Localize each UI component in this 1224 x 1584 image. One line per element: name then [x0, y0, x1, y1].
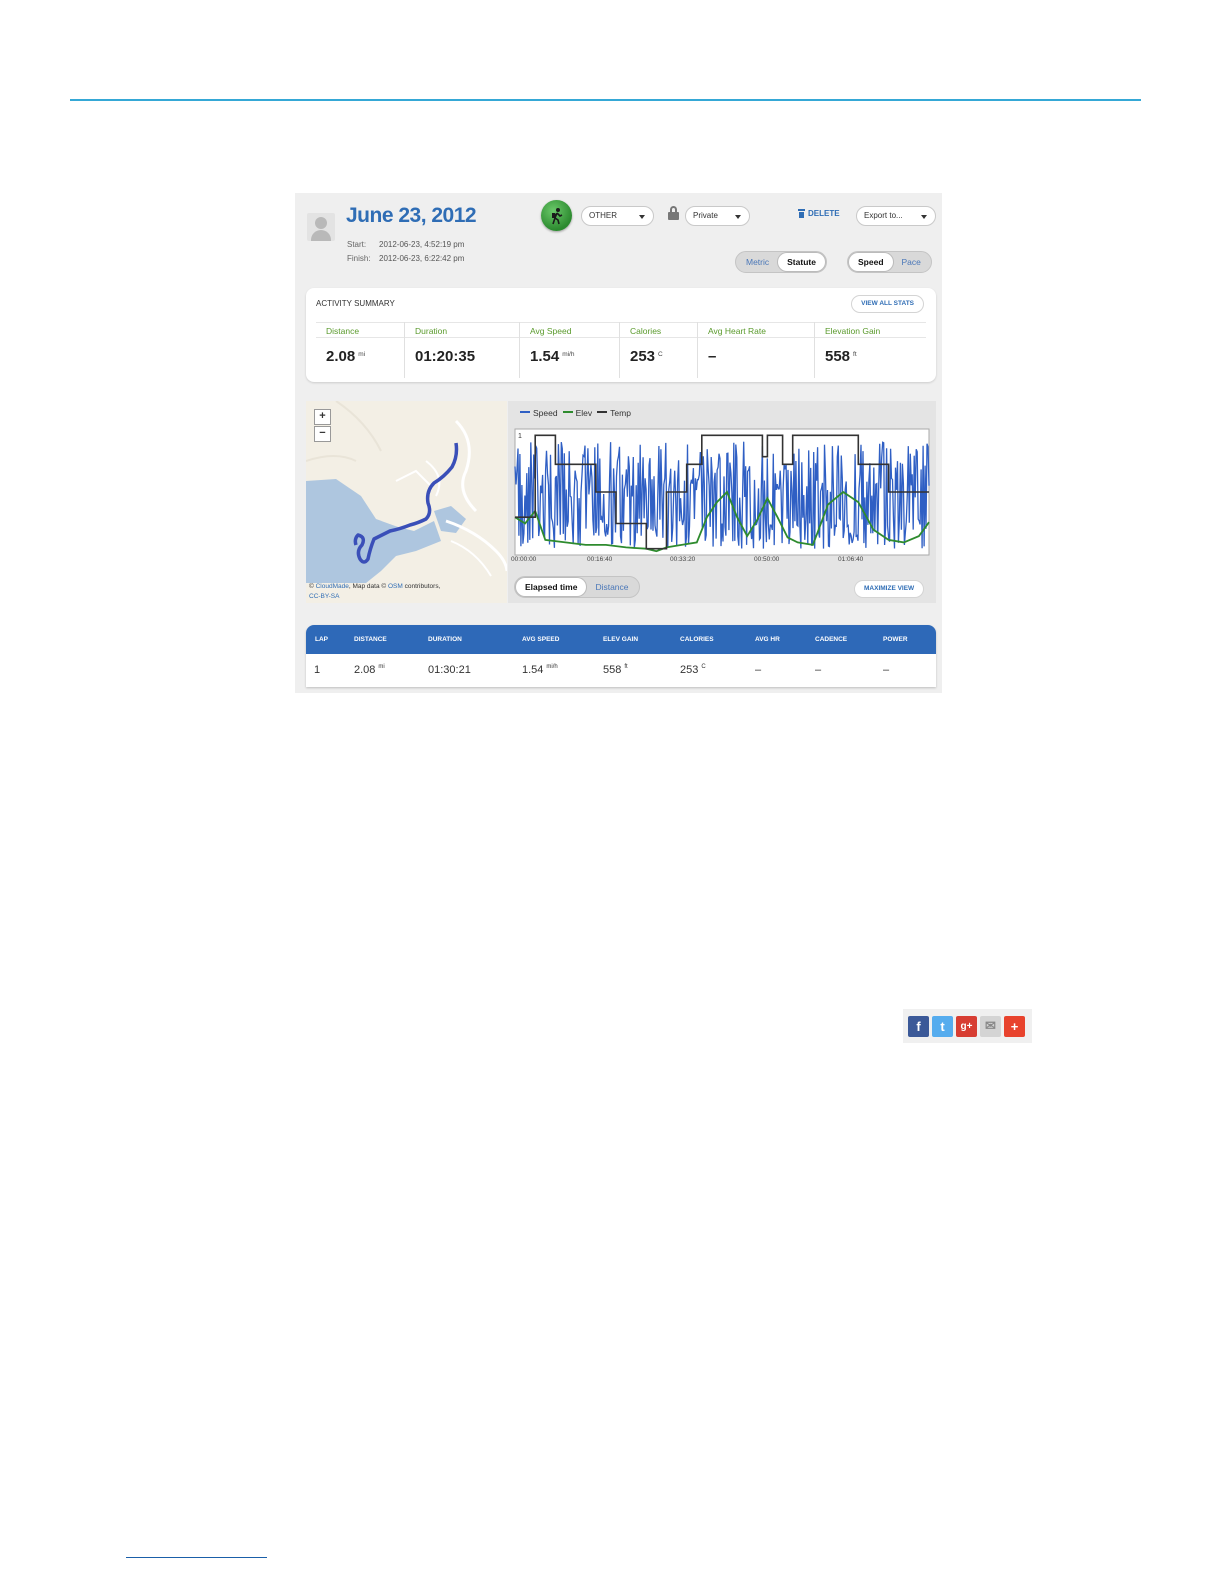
stat-avg-heart-rate: Avg Heart Rate – — [697, 322, 814, 378]
route-map[interactable]: + − © CloudMade, Map data © OSM contribu… — [306, 401, 507, 603]
view-all-stats-button[interactable]: VIEW ALL STATS — [851, 295, 924, 313]
stat-distance: Distance 2.08 mi — [316, 322, 404, 378]
chevron-down-icon — [921, 215, 927, 219]
avatar — [307, 213, 335, 241]
footnote-divider — [126, 1557, 267, 1558]
col-header: AVG HR — [755, 636, 780, 643]
x-tick: 00:33:20 — [670, 556, 696, 563]
stat-elevation-gain: Elevation Gain 558 ft — [814, 322, 926, 378]
col-header: ELEV GAIN — [603, 636, 639, 643]
share-bar: f t g+ ✉ + — [903, 1009, 1032, 1043]
chevron-down-icon — [639, 215, 645, 219]
activity-summary: ACTIVITY SUMMARY VIEW ALL STATS Distance… — [306, 288, 936, 382]
col-header: CADENCE — [815, 636, 848, 643]
license-link[interactable]: CC-BY-SA — [309, 593, 339, 600]
privacy-dropdown[interactable]: Private — [685, 206, 750, 226]
activity-screenshot: June 23, 2012 Start: 2012-06-23, 4:52:19 … — [295, 193, 942, 693]
top-divider — [70, 99, 1141, 101]
stat-duration: Duration 01:20:35 — [404, 322, 519, 378]
stat-calories: Calories 253 C — [619, 322, 697, 378]
pace-option[interactable]: Pace — [893, 253, 930, 271]
unit-toggle[interactable]: Metric Statute — [735, 251, 827, 273]
sport-dropdown[interactable]: OTHER — [581, 206, 654, 226]
col-header: DURATION — [428, 636, 462, 643]
start-time: Start: 2012-06-23, 4:52:19 pm — [347, 240, 465, 249]
chart-plot: 1 — [514, 428, 930, 556]
maximize-view-button[interactable]: MAXIMIZE VIEW — [854, 580, 925, 598]
export-dropdown[interactable]: Export to... — [856, 206, 936, 226]
col-header: AVG SPEED — [522, 636, 560, 643]
col-header: CALORIES — [680, 636, 714, 643]
col-header: POWER — [883, 636, 908, 643]
trash-icon — [798, 209, 805, 218]
elapsed-time-option[interactable]: Elapsed time — [516, 578, 587, 596]
stat-avg-speed: Avg Speed 1.54 mi/h — [519, 322, 619, 378]
lock-icon — [668, 206, 679, 220]
osm-link[interactable]: OSM — [388, 583, 403, 590]
speed-option[interactable]: Speed — [849, 253, 893, 271]
cloudmade-link[interactable]: CloudMade — [316, 583, 349, 590]
zoom-out-button[interactable]: − — [314, 426, 331, 442]
x-tick: 00:16:40 — [587, 556, 613, 563]
col-header: LAP — [315, 636, 328, 643]
facebook-icon[interactable]: f — [908, 1015, 929, 1037]
summary-title: ACTIVITY SUMMARY — [316, 299, 395, 308]
x-tick: 00:50:00 — [754, 556, 780, 563]
metric-option[interactable]: Metric — [737, 253, 778, 271]
map-attribution: © CloudMade, Map data © OSM contributors… — [309, 583, 441, 600]
hiker-icon[interactable] — [541, 200, 572, 231]
chevron-down-icon — [735, 215, 741, 219]
email-icon[interactable]: ✉ — [980, 1015, 1001, 1037]
google-plus-icon[interactable]: g+ — [956, 1015, 977, 1037]
col-header: DISTANCE — [354, 636, 387, 643]
y-axis-label: 1 — [518, 433, 522, 440]
laps-table: LAP DISTANCE DURATION AVG SPEED ELEV GAI… — [306, 625, 936, 687]
finish-time: Finish: 2012-06-23, 6:22:42 pm — [347, 254, 465, 263]
table-row[interactable]: 1 2.08 mi 01:30:21 1.54 mi/h 558 ft 253 C – … — [306, 654, 936, 687]
display-toggle[interactable]: Speed Pace — [847, 251, 932, 273]
x-tick: 01:06:40 — [838, 556, 864, 563]
zoom-in-button[interactable]: + — [314, 409, 331, 425]
addthis-icon[interactable]: + — [1004, 1015, 1025, 1037]
activity-chart: Speed Elev Temp 1 00:00:00 00:16:40 00:3… — [508, 401, 936, 603]
delete-button[interactable]: DELETE — [798, 209, 840, 218]
distance-option[interactable]: Distance — [586, 578, 637, 596]
x-tick: 00:00:00 — [511, 556, 537, 563]
twitter-icon[interactable]: t — [932, 1015, 953, 1037]
laps-header: LAP DISTANCE DURATION AVG SPEED ELEV GAI… — [306, 625, 936, 654]
activity-title: June 23, 2012 — [346, 204, 477, 227]
map-tiles — [306, 401, 507, 583]
x-axis-toggle[interactable]: Elapsed time Distance — [514, 576, 640, 598]
statute-option[interactable]: Statute — [778, 253, 825, 271]
